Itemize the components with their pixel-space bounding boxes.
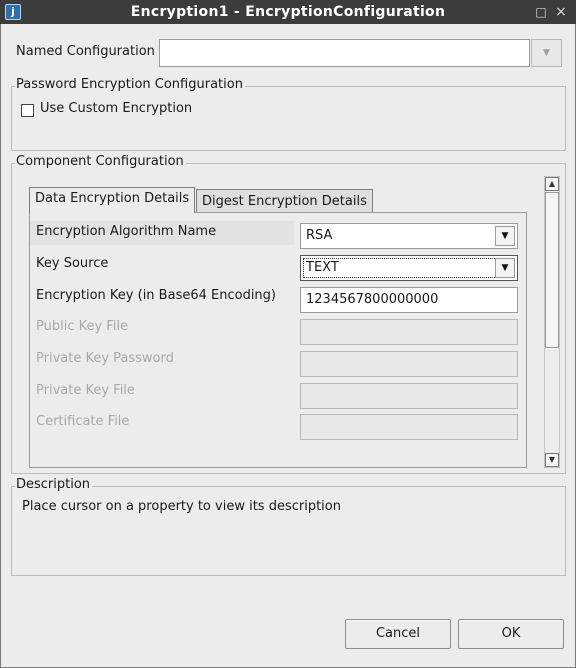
property-label-private-key-password: Private Key Password (36, 351, 174, 366)
chevron-down-icon[interactable]: ▼ (495, 226, 515, 246)
property-label-encryption-algorithm-name: Encryption Algorithm Name (36, 224, 217, 239)
named-configuration-label: Named Configuration (16, 44, 155, 59)
description-text: Place cursor on a property to view its d… (22, 499, 341, 514)
private-key-file-input (300, 383, 518, 409)
window-title: Encryption1 - EncryptionConfiguration (130, 4, 446, 20)
property-label-private-key-file: Private Key File (36, 383, 135, 398)
minimize-icon[interactable]: □ (532, 3, 550, 21)
description-legend: Description (15, 477, 93, 492)
private-key-password-input (300, 351, 518, 377)
password-encryption-group (11, 86, 566, 151)
property-label-public-key-file: Public Key File (36, 319, 129, 334)
property-label-key-source: Key Source (36, 256, 109, 271)
key-source-dropdown[interactable]: TEXT ▼ (300, 255, 518, 281)
title-bar: j Encryption1 - EncryptionConfiguration … (0, 0, 576, 24)
tab-digest-encryption-details[interactable]: Digest Encryption Details (196, 189, 373, 213)
chevron-down-icon[interactable]: ▼ (495, 258, 515, 278)
cancel-button[interactable]: Cancel (345, 619, 451, 649)
certificate-file-input (300, 414, 518, 440)
named-configuration-input[interactable] (159, 39, 530, 67)
close-icon[interactable]: × (552, 3, 570, 21)
encryption-algorithm-name-dropdown[interactable]: RSA ▼ (300, 223, 518, 249)
tab-data-encryption-details[interactable]: Data Encryption Details (29, 187, 196, 213)
property-label-certificate-file: Certificate File (36, 414, 130, 429)
public-key-file-input (300, 319, 518, 345)
component-configuration-legend: Component Configuration (15, 154, 186, 169)
scroll-up-icon[interactable]: ▲ (545, 177, 559, 191)
scrollbar-thumb[interactable] (545, 192, 559, 348)
key-source-value: TEXT (306, 260, 339, 275)
named-configuration-dropdown-button[interactable]: ▼ (531, 39, 562, 67)
ok-button[interactable]: OK (458, 619, 564, 649)
use-custom-encryption-checkbox[interactable] (21, 104, 34, 117)
use-custom-encryption-label[interactable]: Use Custom Encryption (40, 101, 192, 116)
property-label-encryption-key: Encryption Key (in Base64 Encoding) (36, 288, 276, 303)
password-encryption-legend: Password Encryption Configuration (15, 77, 245, 92)
encryption-key-input[interactable]: 1234567800000000 (300, 287, 518, 313)
encryption-algorithm-name-value: RSA (306, 228, 333, 243)
chevron-down-icon: ▼ (543, 48, 550, 58)
scroll-down-icon[interactable]: ▼ (545, 453, 559, 467)
